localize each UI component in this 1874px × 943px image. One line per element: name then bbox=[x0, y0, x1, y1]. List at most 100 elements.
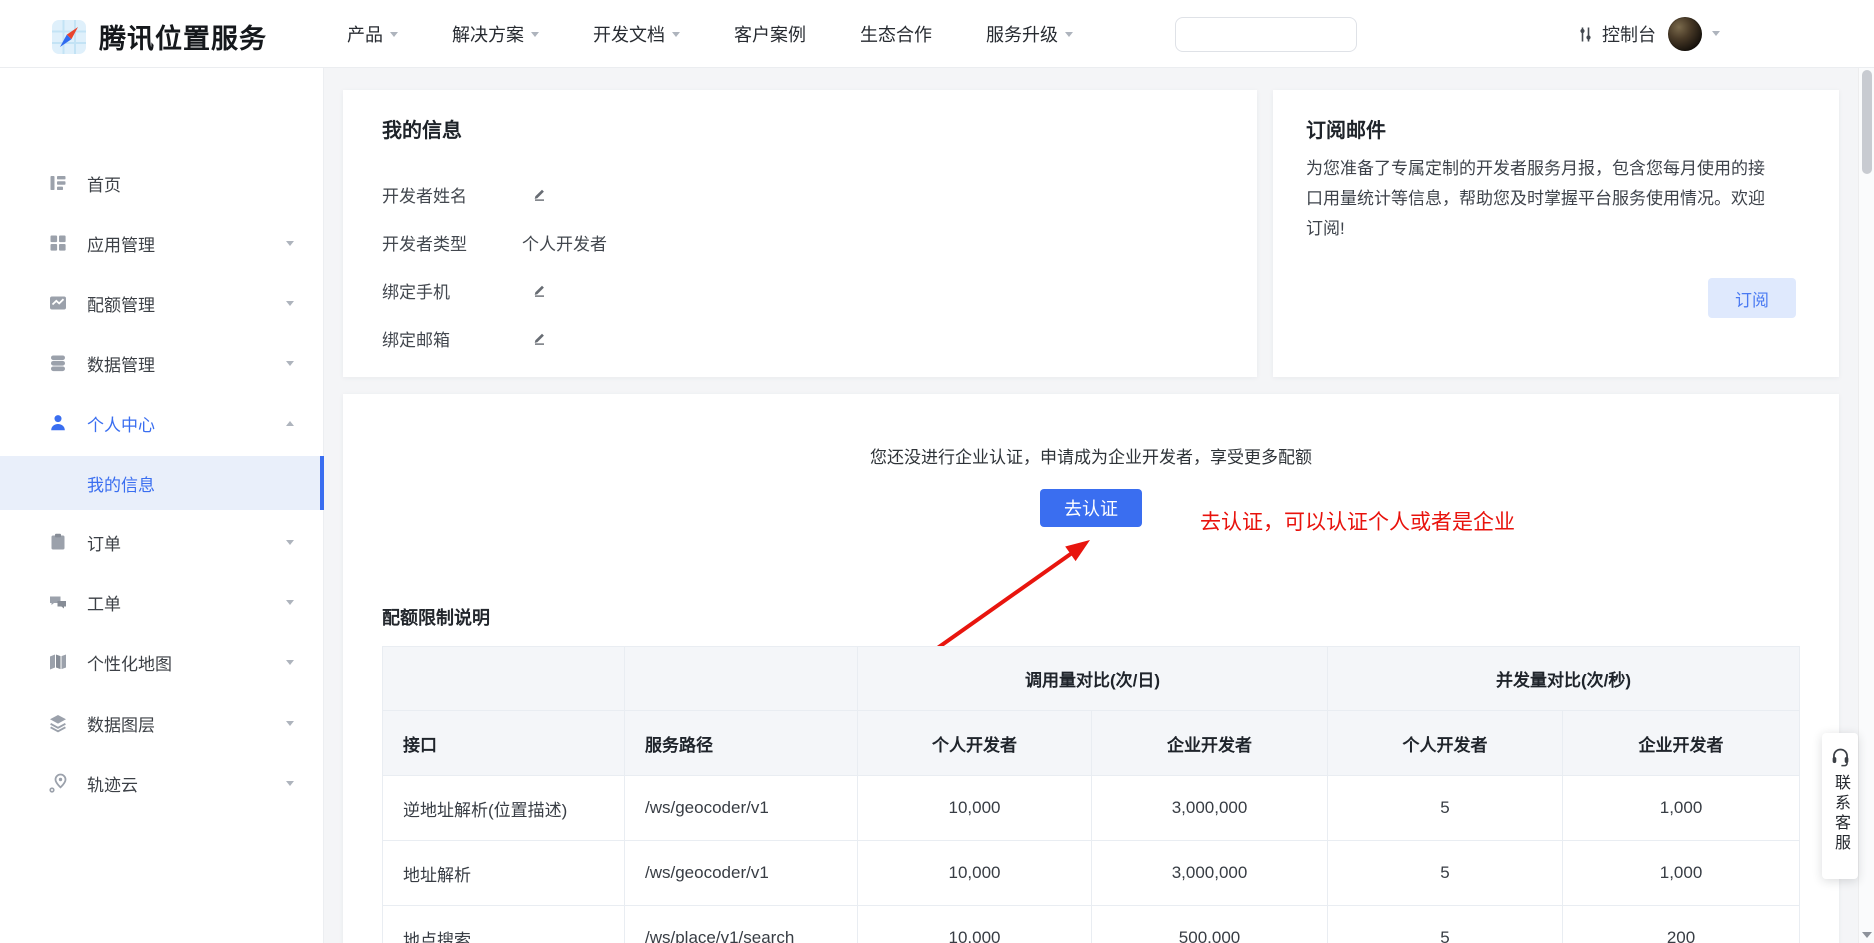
nav-item-cases[interactable]: 客户案例 bbox=[734, 21, 806, 47]
cell-api: 逆地址解析(位置描述) bbox=[383, 776, 625, 841]
search-input[interactable] bbox=[1176, 18, 1393, 51]
col-header: 接口 bbox=[383, 711, 625, 776]
quota-section-title: 配额限制说明 bbox=[382, 604, 490, 630]
chevron-down-icon bbox=[286, 241, 294, 246]
contact-support-tab[interactable]: 联系客服 bbox=[1822, 733, 1858, 879]
sidebar-item-data-layers[interactable]: 数据图层 bbox=[0, 696, 324, 750]
location-pin-icon bbox=[48, 773, 68, 793]
cell-personal-concurrency: 5 bbox=[1328, 906, 1563, 943]
brand-logo[interactable]: 腾讯位置服务 bbox=[52, 17, 267, 56]
field-label: 绑定手机 bbox=[382, 278, 522, 303]
edit-pencil-icon[interactable] bbox=[532, 283, 547, 298]
sidebar-item-apps[interactable]: 应用管理 bbox=[0, 216, 324, 270]
col-header: 企业开发者 bbox=[1563, 711, 1800, 776]
cell-enterprise-calls: 3,000,000 bbox=[1092, 776, 1328, 841]
database-icon bbox=[48, 353, 68, 373]
nav-label: 生态合作 bbox=[860, 21, 932, 47]
sidebar-item-track-cloud[interactable]: 轨迹云 bbox=[0, 756, 324, 810]
sidebar-item-label: 首页 bbox=[87, 171, 121, 196]
scrollbar-thumb[interactable] bbox=[1862, 70, 1872, 174]
sidebar-item-quota[interactable]: 配额管理 bbox=[0, 276, 324, 330]
table-row: 地点搜索 /ws/place/v1/search 10,000 500,000 … bbox=[383, 906, 1800, 943]
grid-icon bbox=[48, 233, 68, 253]
nav-item-upgrade[interactable]: 服务升级 bbox=[986, 21, 1073, 47]
page-scrollbar[interactable] bbox=[1858, 68, 1874, 943]
sidebar-item-tickets[interactable]: 工单 bbox=[0, 575, 324, 629]
field-value: 个人开发者 bbox=[522, 230, 607, 255]
layers-icon bbox=[48, 713, 68, 733]
page: 腾讯位置服务 产品 解决方案 开发文档 客户案例 生态合作 服务升级 bbox=[0, 0, 1874, 943]
cell-path: /ws/place/v1/search bbox=[625, 906, 858, 943]
avatar[interactable] bbox=[1668, 17, 1702, 51]
nav-label: 服务升级 bbox=[986, 21, 1058, 47]
subscribe-button[interactable]: 订阅 bbox=[1708, 278, 1796, 318]
sidebar-item-data[interactable]: 数据管理 bbox=[0, 336, 324, 390]
card-title: 我的信息 bbox=[382, 114, 462, 143]
map-icon bbox=[48, 652, 68, 672]
cell-api: 地址解析 bbox=[383, 841, 625, 906]
col-header: 企业开发者 bbox=[1092, 711, 1328, 776]
profile-row-phone: 绑定手机 bbox=[382, 266, 617, 314]
cell-personal-calls: 10,000 bbox=[858, 776, 1092, 841]
nav-label: 客户案例 bbox=[734, 21, 806, 47]
cell-enterprise-calls: 3,000,000 bbox=[1092, 841, 1328, 906]
brand-name: 腾讯位置服务 bbox=[99, 17, 267, 56]
field-label: 开发者姓名 bbox=[382, 182, 522, 207]
my-info-card: 我的信息 开发者姓名 开发者类型 个人开发者 绑定手机 bbox=[343, 90, 1257, 377]
cell-personal-concurrency: 5 bbox=[1328, 841, 1563, 906]
col-header: 服务路径 bbox=[625, 711, 858, 776]
cell-path: /ws/geocoder/v1 bbox=[625, 776, 858, 841]
nav-label: 解决方案 bbox=[452, 21, 524, 47]
sidebar-subitem-my-info[interactable]: 我的信息 bbox=[0, 456, 324, 510]
chevron-down-icon bbox=[286, 660, 294, 665]
chart-icon bbox=[48, 293, 68, 313]
sidebar-item-custom-map[interactable]: 个性化地图 bbox=[0, 635, 324, 689]
annotation-text: 去认证，可以认证个人或者是企业 bbox=[1200, 506, 1515, 536]
sidebar-item-orders[interactable]: 订单 bbox=[0, 515, 324, 569]
profile-rows: 开发者姓名 开发者类型 个人开发者 绑定手机 bbox=[382, 170, 617, 362]
chevron-down-icon bbox=[286, 600, 294, 605]
top-navbar: 腾讯位置服务 产品 解决方案 开发文档 客户案例 生态合作 服务升级 bbox=[0, 0, 1874, 68]
sidebar-item-label: 数据图层 bbox=[87, 711, 155, 736]
chevron-down-icon bbox=[286, 361, 294, 366]
sidebar-item-label: 轨迹云 bbox=[87, 771, 138, 796]
cell-enterprise-concurrency: 1,000 bbox=[1563, 776, 1800, 841]
chevron-down-icon bbox=[672, 32, 680, 37]
chevron-up-icon bbox=[286, 421, 294, 426]
console-link[interactable]: 控制台 bbox=[1577, 0, 1656, 68]
nav-label: 开发文档 bbox=[593, 21, 665, 47]
chevron-down-icon bbox=[286, 781, 294, 786]
cell-api: 地点搜索 bbox=[383, 906, 625, 943]
scrollbar-down-arrow[interactable] bbox=[1862, 932, 1872, 938]
sidebar-item-home[interactable]: 首页 bbox=[0, 156, 324, 210]
nav-item-products[interactable]: 产品 bbox=[347, 21, 398, 47]
edit-pencil-icon[interactable] bbox=[532, 187, 547, 202]
cell-path: /ws/geocoder/v1 bbox=[625, 841, 858, 906]
sidebar-item-label: 应用管理 bbox=[87, 231, 155, 256]
go-certify-button[interactable]: 去认证 bbox=[1040, 489, 1142, 527]
sidebar-item-label: 订单 bbox=[87, 530, 121, 555]
avatar-chevron-down-icon[interactable] bbox=[1712, 31, 1720, 36]
cell-personal-calls: 10,000 bbox=[858, 841, 1092, 906]
nav-item-docs[interactable]: 开发文档 bbox=[593, 21, 680, 47]
chevron-down-icon bbox=[286, 301, 294, 306]
table-row: 地址解析 /ws/geocoder/v1 10,000 3,000,000 5 … bbox=[383, 841, 1800, 906]
main-nav: 产品 解决方案 开发文档 客户案例 生态合作 服务升级 bbox=[347, 0, 1073, 68]
group-header-calls: 调用量对比(次/日) bbox=[858, 647, 1328, 711]
chat-bubbles-icon bbox=[48, 592, 68, 612]
sidebar-item-personal-center[interactable]: 个人中心 bbox=[0, 396, 324, 450]
sidebar-item-label: 工单 bbox=[87, 590, 121, 615]
sidebar: 首页 应用管理 配额管理 bbox=[0, 68, 324, 943]
field-label: 开发者类型 bbox=[382, 230, 522, 255]
nav-item-ecosystem[interactable]: 生态合作 bbox=[860, 21, 932, 47]
sidebar-item-label: 个性化地图 bbox=[87, 650, 172, 675]
field-label: 绑定邮箱 bbox=[382, 326, 522, 351]
nav-item-solutions[interactable]: 解决方案 bbox=[452, 21, 539, 47]
quota-table: 调用量对比(次/日) 并发量对比(次/秒) 接口 服务路径 个人开发者 企业开发… bbox=[382, 646, 1800, 943]
profile-row-email: 绑定邮箱 bbox=[382, 314, 617, 362]
table-group-header-row: 调用量对比(次/日) 并发量对比(次/秒) bbox=[383, 647, 1800, 711]
edit-pencil-icon[interactable] bbox=[532, 331, 547, 346]
sliders-icon bbox=[1577, 26, 1594, 43]
console-label: 控制台 bbox=[1602, 21, 1656, 47]
clipboard-icon bbox=[48, 532, 68, 552]
